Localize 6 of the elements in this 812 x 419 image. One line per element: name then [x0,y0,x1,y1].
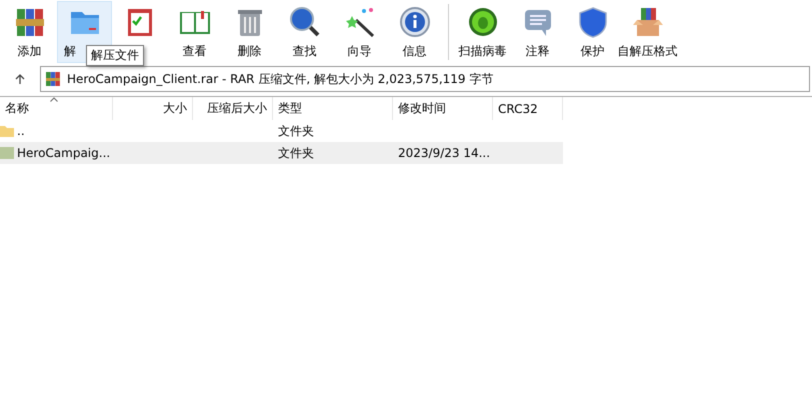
table-cell: HeroCampaig... [17,146,110,160]
tooltip: 解压文件 [86,45,144,66]
table-cell: 文件夹 [278,122,314,140]
table-cell: 2023/9/23 14... [398,146,490,160]
table-cell: 文件夹 [278,144,314,162]
table-cell: .. [17,124,25,138]
